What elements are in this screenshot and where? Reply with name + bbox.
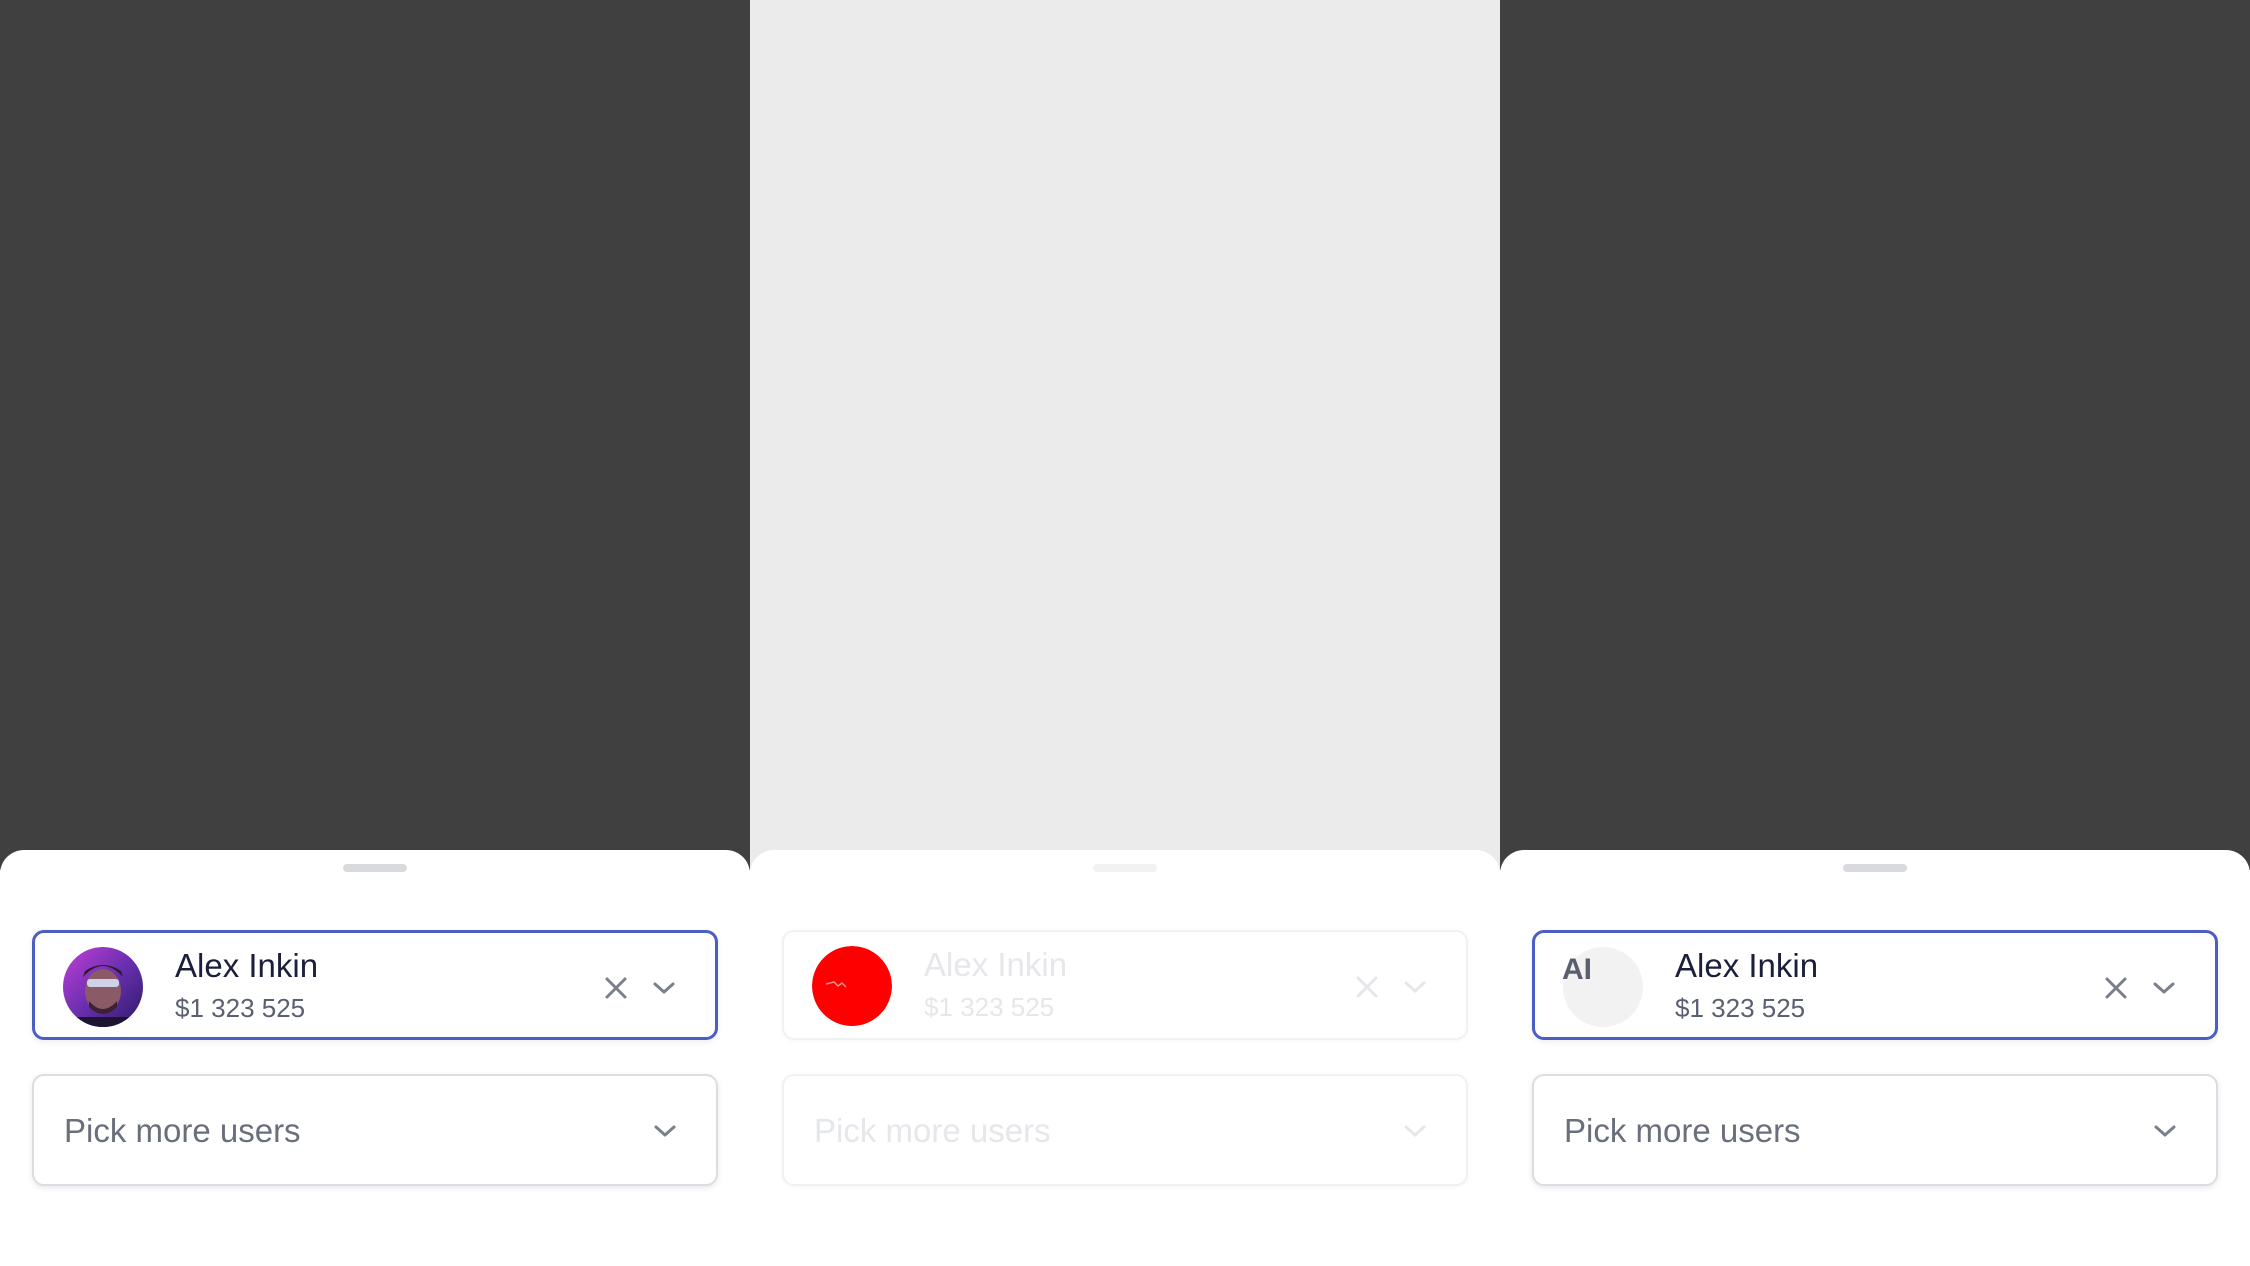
close-icon	[1356, 976, 1378, 998]
selected-user-amount: $1 323 525	[924, 992, 1055, 1022]
user-avatar	[812, 946, 892, 1026]
dropdown-toggle[interactable]	[650, 1116, 680, 1146]
selected-user-combobox[interactable]: Alex Inkin $1 323 525	[32, 930, 718, 1040]
clear-button[interactable]	[2101, 973, 2131, 1003]
dropdown-toggle	[1400, 1116, 1430, 1146]
clear-button	[1352, 972, 1382, 1002]
selected-user-amount: $1 323 525	[1675, 993, 1806, 1023]
selected-user-combobox: Alex Inkin $1 323 525	[782, 930, 1468, 1040]
dropdown-toggle[interactable]	[649, 973, 679, 1003]
stage: Alex Inkin $1 323 525 Pick more users Al…	[0, 0, 2250, 1266]
chevron-down-icon	[2153, 982, 2175, 994]
pick-more-users-select[interactable]: Pick more users	[32, 1074, 718, 1186]
chevron-down-icon	[654, 1125, 676, 1137]
overlay-backdrop[interactable]	[1500, 0, 2250, 870]
dropdown-toggle[interactable]	[2150, 1116, 2180, 1146]
chevron-down-icon	[1404, 1125, 1426, 1137]
clear-button[interactable]	[601, 973, 631, 1003]
panel-photo-avatar: Alex Inkin $1 323 525 Pick more users	[0, 0, 750, 1266]
close-icon	[605, 977, 627, 999]
overlay-backdrop[interactable]	[0, 0, 750, 870]
panel-initials-avatar: AI Alex Inkin $1 323 525 Pick more users	[1500, 0, 2250, 1266]
dropdown-toggle[interactable]	[2149, 973, 2179, 1003]
pick-more-placeholder: Pick more users	[814, 1112, 1051, 1149]
panel-disabled: Alex Inkin $1 323 525 Pick more users	[750, 0, 1500, 1266]
pick-more-users-select[interactable]: Pick more users	[1532, 1074, 2218, 1186]
sheet-drag-handle[interactable]	[343, 864, 407, 872]
sheet-drag-handle[interactable]	[1843, 864, 1907, 872]
selected-user-combobox[interactable]: AI Alex Inkin $1 323 525	[1532, 930, 2218, 1040]
selected-user-name: Alex Inkin	[924, 946, 1068, 983]
bottom-sheet: AI Alex Inkin $1 323 525 Pick more users	[1500, 850, 2250, 1266]
user-avatar: AI	[1562, 947, 1643, 1027]
chevron-down-icon	[653, 982, 675, 994]
pick-more-placeholder: Pick more users	[1564, 1112, 1801, 1149]
pick-more-users-select: Pick more users	[782, 1074, 1468, 1186]
chevron-down-icon	[2154, 1125, 2176, 1137]
selected-user-name: Alex Inkin	[1675, 947, 1819, 984]
pick-more-placeholder: Pick more users	[64, 1112, 301, 1149]
dropdown-toggle	[1400, 972, 1430, 1002]
avatar-initials: AI	[1562, 953, 1592, 986]
selected-user-amount: $1 323 525	[175, 993, 306, 1023]
bottom-sheet: Alex Inkin $1 323 525 Pick more users	[0, 850, 750, 1266]
chevron-down-icon	[1404, 981, 1426, 993]
user-avatar	[63, 947, 143, 1027]
selected-user-name: Alex Inkin	[175, 947, 319, 984]
overlay-backdrop	[750, 0, 1500, 870]
bottom-sheet: Alex Inkin $1 323 525 Pick more users	[750, 850, 1500, 1266]
close-icon	[2105, 977, 2127, 999]
sheet-drag-handle	[1093, 864, 1157, 872]
